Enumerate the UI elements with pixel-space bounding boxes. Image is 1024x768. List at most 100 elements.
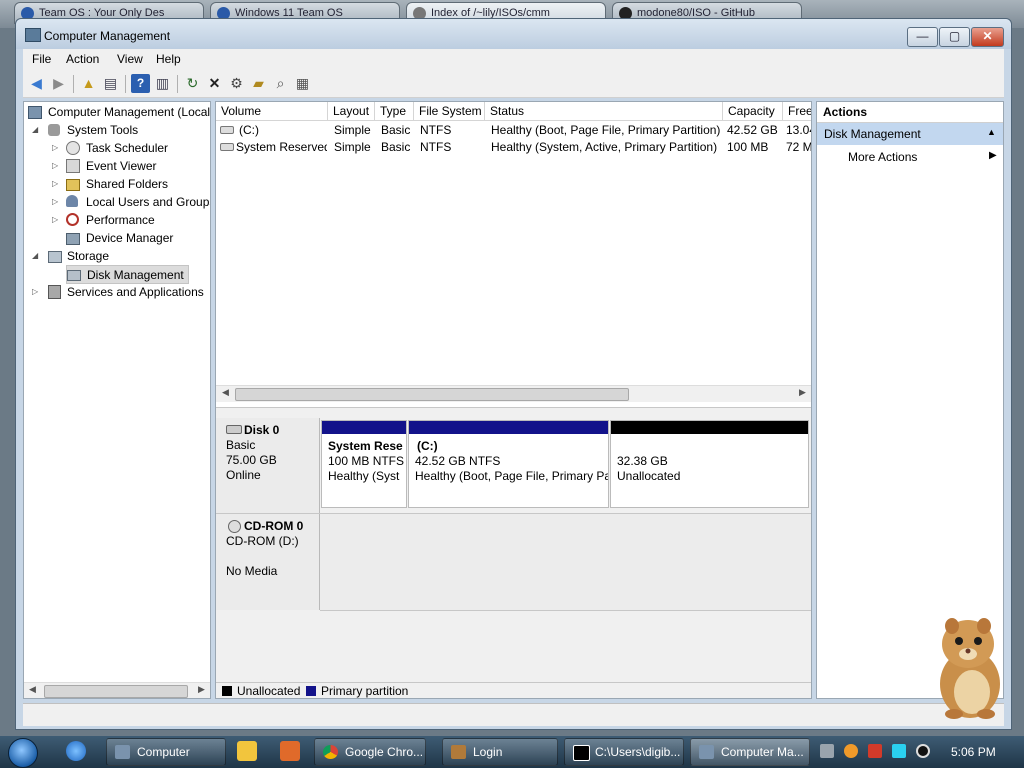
taskbar-item-computer[interactable]: Computer: [106, 738, 226, 766]
partition-status: Healthy (Boot, Page File, Primary Pa: [415, 469, 609, 483]
window-title: Computer Management: [44, 29, 171, 43]
capacity-cell: 42.52 GB: [727, 123, 778, 137]
disk-properties-icon[interactable]: ▦: [293, 74, 312, 93]
expand-arrow-icon[interactable]: ▷: [52, 139, 60, 157]
computer-management-icon: [25, 28, 41, 42]
expand-arrow-icon[interactable]: ▷: [52, 193, 60, 211]
status-bar: [23, 703, 1004, 726]
back-arrow-icon[interactable]: ◀: [27, 74, 46, 93]
collapse-arrow-icon[interactable]: ◢: [32, 247, 40, 265]
volume-cell: System Reserved: [236, 140, 327, 154]
internet-explorer-icon[interactable]: [66, 741, 86, 761]
cdrom-type: CD-ROM (D:): [226, 534, 299, 548]
free-cell: 72 M: [786, 140, 812, 154]
disk-size: 75.00 GB: [226, 453, 277, 467]
free-cell: 13.04: [786, 123, 811, 137]
actions-section-disk-management[interactable]: Disk Management ▲: [817, 123, 1003, 145]
expand-arrow-icon[interactable]: ▷: [52, 211, 60, 229]
minimize-button[interactable]: —: [907, 27, 938, 47]
column-header-status[interactable]: Status: [485, 102, 723, 121]
event-viewer-icon: [66, 159, 80, 173]
collapse-up-icon[interactable]: ▲: [987, 127, 996, 137]
scroll-thumb[interactable]: [44, 685, 188, 698]
tray-search-icon[interactable]: [844, 744, 858, 758]
show-hide-tree-icon[interactable]: ▤: [101, 74, 120, 93]
start-button[interactable]: [8, 738, 38, 768]
partition-system-reserved[interactable]: System Rese 100 MB NTFS Healthy (Syst: [321, 420, 407, 508]
menu-bar: File Action View Help: [23, 49, 1004, 71]
disk-name: Disk 0: [244, 423, 280, 437]
file-system-cell: NTFS: [420, 140, 452, 154]
cdrom-name: CD-ROM 0: [244, 519, 304, 533]
toolbar: ◀ ▶ ▲ ▤ ? ▥ ↻ ✕ ⚙ ▰ ⌕ ▦: [23, 71, 1004, 98]
unallocated-swatch: [222, 686, 232, 696]
tray-flag-icon[interactable]: [868, 744, 882, 758]
actions-pane: Actions Disk Management ▲ More Actions ▶: [816, 101, 1004, 699]
maximize-button[interactable]: ▢: [939, 27, 970, 47]
open-folder-icon[interactable]: ▰: [249, 74, 268, 93]
expand-arrow-icon[interactable]: ▷: [52, 175, 60, 193]
partition-c[interactable]: (C:) 42.52 GB NTFS Healthy (Boot, Page F…: [408, 420, 609, 508]
primary-partition-swatch: [306, 686, 316, 696]
cdrom-empty-area: [320, 514, 811, 610]
column-header-file-system[interactable]: File System: [414, 102, 485, 121]
column-header-capacity[interactable]: Capacity: [723, 102, 783, 121]
tray-network-icon[interactable]: [820, 744, 834, 758]
menu-view[interactable]: View: [117, 52, 143, 66]
scroll-right-icon[interactable]: ▶: [799, 387, 806, 398]
menu-file[interactable]: File: [32, 52, 51, 66]
tree-horizontal-scrollbar[interactable]: ◀ ▶: [24, 682, 210, 698]
partition-unallocated[interactable]: 32.38 GB Unallocated: [610, 420, 809, 508]
type-cell: Basic: [381, 123, 411, 137]
cdrom-0-info[interactable]: CD-ROM 0 CD-ROM (D:) No Media: [216, 514, 320, 610]
primary-partition-bar: [322, 421, 406, 434]
disk-0-info[interactable]: Disk 0 Basic 75.00 GB Online: [216, 418, 320, 513]
column-header-layout[interactable]: Layout: [328, 102, 375, 121]
status-cell: Healthy (Boot, Page File, Primary Partit…: [491, 123, 721, 137]
app-icon[interactable]: [280, 741, 300, 761]
disk-graphical-view: Disk 0 Basic 75.00 GB Online System Rese…: [216, 407, 811, 698]
tree-item-disk-management[interactable]: Disk Management: [66, 265, 189, 284]
expand-arrow-icon[interactable]: ▷: [32, 283, 40, 301]
more-actions-item[interactable]: More Actions ▶: [817, 148, 1003, 168]
column-header-volume[interactable]: Volume: [216, 102, 328, 121]
layout-cell: Simple: [334, 123, 371, 137]
7zip-icon: [573, 745, 590, 761]
search-icon[interactable]: ⌕: [271, 74, 290, 93]
menu-help[interactable]: Help: [156, 52, 181, 66]
chrome-icon: [323, 745, 338, 759]
layout-cell: Simple: [334, 140, 371, 154]
expand-arrow-icon[interactable]: ▷: [52, 157, 60, 175]
partition-title: System Rese: [328, 439, 403, 453]
tray-record-icon[interactable]: [916, 744, 930, 758]
help-icon[interactable]: ?: [131, 74, 150, 93]
cdrom-state: No Media: [226, 564, 278, 578]
computer-icon: [28, 106, 42, 119]
column-header-free[interactable]: Free: [783, 102, 811, 121]
scroll-left-icon[interactable]: ◀: [29, 684, 36, 695]
scroll-right-icon[interactable]: ▶: [198, 684, 205, 695]
show-hide-action-pane-icon[interactable]: ▥: [153, 74, 172, 93]
forward-arrow-icon[interactable]: ▶: [49, 74, 68, 93]
column-header-type[interactable]: Type: [375, 102, 414, 121]
up-folder-icon[interactable]: ▲: [79, 74, 98, 93]
taskbar-item-computer-management[interactable]: Computer Ma...: [690, 738, 810, 766]
delete-icon[interactable]: ✕: [205, 74, 224, 93]
clock[interactable]: 5:06 PM: [951, 745, 996, 759]
taskbar-item-google-chrome[interactable]: Google Chro...: [314, 738, 426, 766]
media-player-icon[interactable]: [237, 741, 257, 761]
close-button[interactable]: ✕: [971, 27, 1004, 47]
menu-action[interactable]: Action: [66, 52, 99, 66]
taskbar-item-login[interactable]: Login: [442, 738, 558, 766]
volume-list-horizontal-scrollbar[interactable]: ◀ ▶: [216, 385, 811, 402]
title-bar[interactable]: Computer Management — ▢ ✕: [16, 19, 1011, 49]
disk-type: Basic: [226, 438, 256, 452]
tray-display-icon[interactable]: [892, 744, 906, 758]
collapse-arrow-icon[interactable]: ◢: [32, 121, 40, 139]
properties-icon[interactable]: ⚙: [227, 74, 246, 93]
scroll-left-icon[interactable]: ◀: [222, 387, 229, 398]
refresh-icon[interactable]: ↻: [183, 74, 202, 93]
scroll-thumb[interactable]: [235, 388, 629, 401]
partition-title: (C:): [417, 439, 438, 453]
taskbar-item-7zip[interactable]: C:\Users\digib...: [564, 738, 684, 766]
